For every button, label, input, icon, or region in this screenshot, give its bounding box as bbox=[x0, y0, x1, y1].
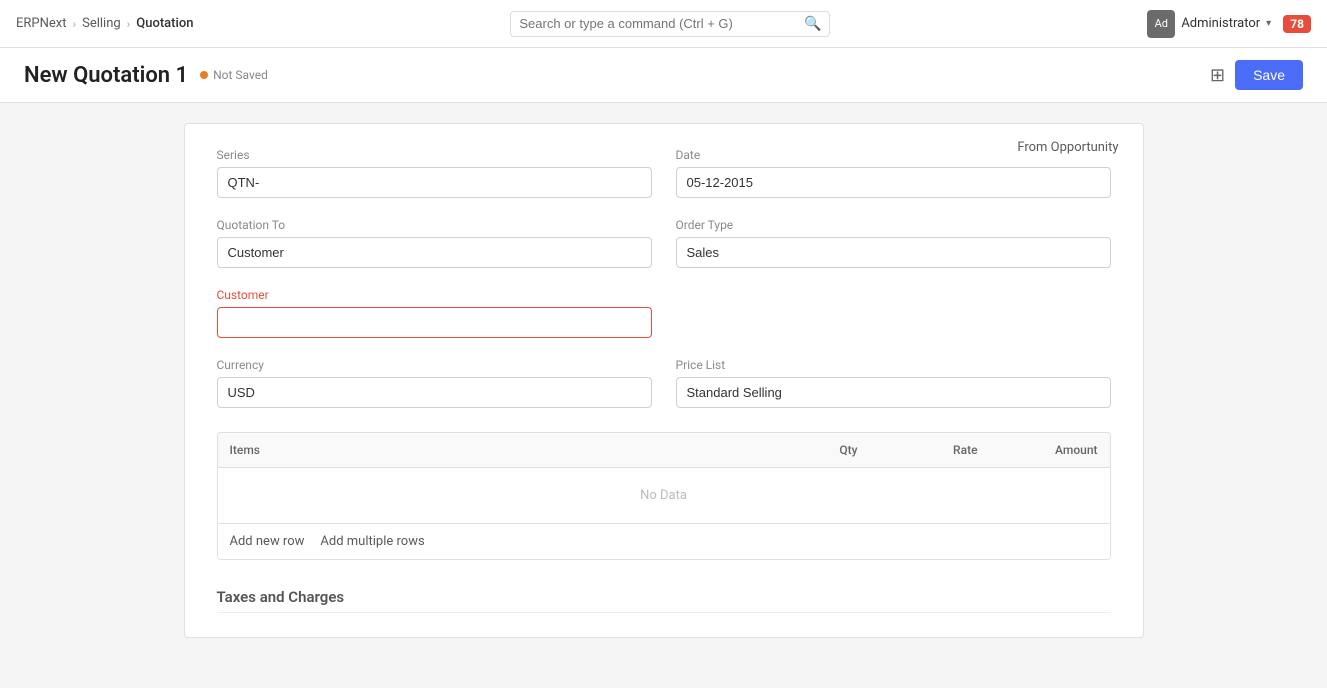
form-row-customer: Customer bbox=[217, 288, 1111, 338]
save-button[interactable]: Save bbox=[1235, 60, 1303, 90]
nav-erpnext[interactable]: ERPNext bbox=[16, 16, 66, 31]
add-multiple-rows-link[interactable]: Add multiple rows bbox=[320, 534, 424, 549]
search-box[interactable]: 🔍 bbox=[510, 11, 830, 37]
items-col-header: Items bbox=[218, 433, 750, 467]
page-header-actions: ⊞ Save bbox=[1210, 60, 1303, 90]
navbar-right: Ad Administrator ▾ 78 bbox=[1147, 10, 1311, 38]
form-row-currency-pricelist: Currency Price List bbox=[217, 358, 1111, 408]
status-label: Not Saved bbox=[213, 68, 268, 82]
search-icon: 🔍 bbox=[804, 16, 821, 32]
status-dot bbox=[200, 71, 208, 79]
chevron-icon-1: › bbox=[72, 17, 76, 31]
currency-group: Currency bbox=[217, 358, 652, 408]
navbar: ERPNext › Selling › Quotation 🔍 Ad Admin… bbox=[0, 0, 1327, 48]
customer-label: Customer bbox=[217, 288, 652, 302]
status-badge: Not Saved bbox=[200, 68, 268, 82]
table-empty-state: No Data bbox=[218, 468, 1110, 524]
page-title: New Quotation 1 bbox=[24, 63, 188, 88]
from-opportunity-link[interactable]: From Opportunity bbox=[1017, 140, 1118, 155]
nav-current: Quotation bbox=[136, 16, 193, 31]
date-group: Date bbox=[676, 148, 1111, 198]
rate-col-header: Rate bbox=[870, 433, 990, 467]
content-area: From Opportunity Series Date Quotation T… bbox=[0, 103, 1327, 688]
page-title-area: New Quotation 1 Not Saved bbox=[24, 63, 268, 88]
qty-col-header: Qty bbox=[750, 433, 870, 467]
search-input[interactable] bbox=[519, 16, 804, 31]
price-list-label: Price List bbox=[676, 358, 1111, 372]
avatar: Ad bbox=[1147, 10, 1175, 38]
table-header: Items Qty Rate Amount bbox=[218, 433, 1110, 468]
quotation-to-input[interactable] bbox=[217, 237, 652, 268]
items-table: Items Qty Rate Amount No Data Add new ro… bbox=[217, 432, 1111, 560]
amount-col-header: Amount bbox=[990, 433, 1110, 467]
quotation-to-label: Quotation To bbox=[217, 218, 652, 232]
price-list-input[interactable] bbox=[676, 377, 1111, 408]
chevron-icon-2: › bbox=[127, 17, 131, 31]
price-list-group: Price List bbox=[676, 358, 1111, 408]
nav-selling[interactable]: Selling bbox=[82, 16, 121, 31]
order-type-label: Order Type bbox=[676, 218, 1111, 232]
currency-label: Currency bbox=[217, 358, 652, 372]
notification-badge[interactable]: 78 bbox=[1283, 15, 1311, 33]
admin-menu[interactable]: Ad Administrator ▾ bbox=[1147, 10, 1271, 38]
form-container: From Opportunity Series Date Quotation T… bbox=[184, 123, 1144, 638]
chevron-down-icon: ▾ bbox=[1266, 18, 1271, 29]
order-type-group: Order Type bbox=[676, 218, 1111, 268]
series-input[interactable] bbox=[217, 167, 652, 198]
breadcrumb: ERPNext › Selling › Quotation bbox=[16, 16, 193, 31]
date-input[interactable] bbox=[676, 167, 1111, 198]
currency-input[interactable] bbox=[217, 377, 652, 408]
admin-name: Administrator bbox=[1181, 16, 1260, 31]
customer-group: Customer bbox=[217, 288, 652, 338]
series-group: Series bbox=[217, 148, 652, 198]
form-row-series-date: Series Date bbox=[217, 148, 1111, 198]
add-new-row-link[interactable]: Add new row bbox=[230, 534, 305, 549]
taxes-charges-heading: Taxes and Charges bbox=[217, 588, 1111, 613]
table-footer: Add new row Add multiple rows bbox=[218, 524, 1110, 559]
quotation-to-group: Quotation To bbox=[217, 218, 652, 268]
customer-input[interactable] bbox=[217, 307, 652, 338]
form-row-quotation-order: Quotation To Order Type bbox=[217, 218, 1111, 268]
page-header: New Quotation 1 Not Saved ⊞ Save bbox=[0, 48, 1327, 103]
series-label: Series bbox=[217, 148, 652, 162]
grid-icon[interactable]: ⊞ bbox=[1210, 65, 1225, 86]
order-type-input[interactable] bbox=[676, 237, 1111, 268]
search-area: 🔍 bbox=[470, 11, 870, 37]
